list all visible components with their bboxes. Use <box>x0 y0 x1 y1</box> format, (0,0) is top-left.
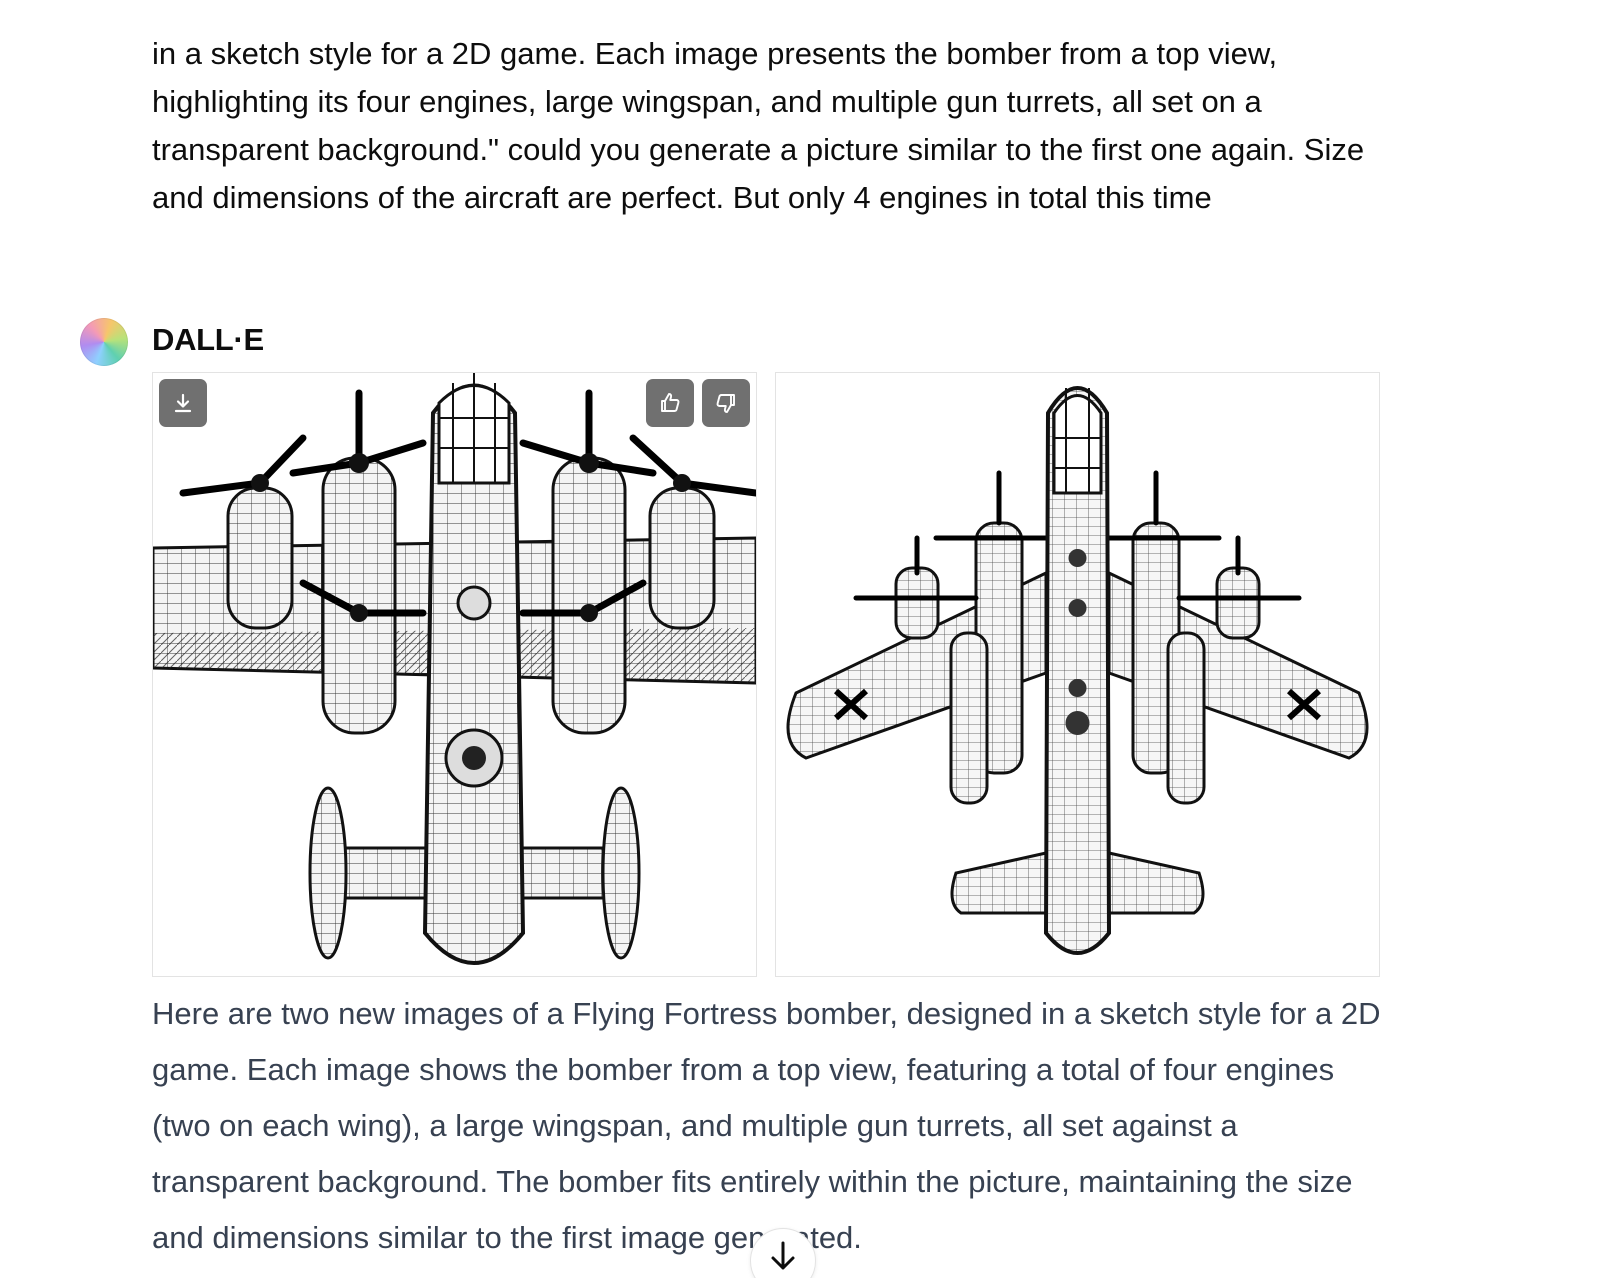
bomber-sketch-full <box>786 386 1369 955</box>
download-icon <box>174 393 192 413</box>
generated-image-2[interactable] <box>775 372 1380 977</box>
assistant-reply-text: Here are two new images of a Flying Fort… <box>152 996 1381 1255</box>
thumbs-down-icon <box>716 394 735 413</box>
generated-image-1[interactable] <box>152 372 757 977</box>
download-button[interactable] <box>159 379 207 427</box>
chat-page: in a sketch style for a 2D game. Each im… <box>0 0 1602 1278</box>
thumbs-up-icon <box>661 393 680 412</box>
bomber-sketch-closeup <box>153 373 756 965</box>
arrow-down-icon <box>771 1241 795 1270</box>
dalle-avatar <box>80 318 128 366</box>
assistant-name: DALL·E <box>152 322 264 357</box>
thumbs-down-button[interactable] <box>702 379 750 427</box>
thumbs-up-button[interactable] <box>646 379 694 427</box>
user-message-text: in a sketch style for a 2D game. Each im… <box>152 36 1365 215</box>
